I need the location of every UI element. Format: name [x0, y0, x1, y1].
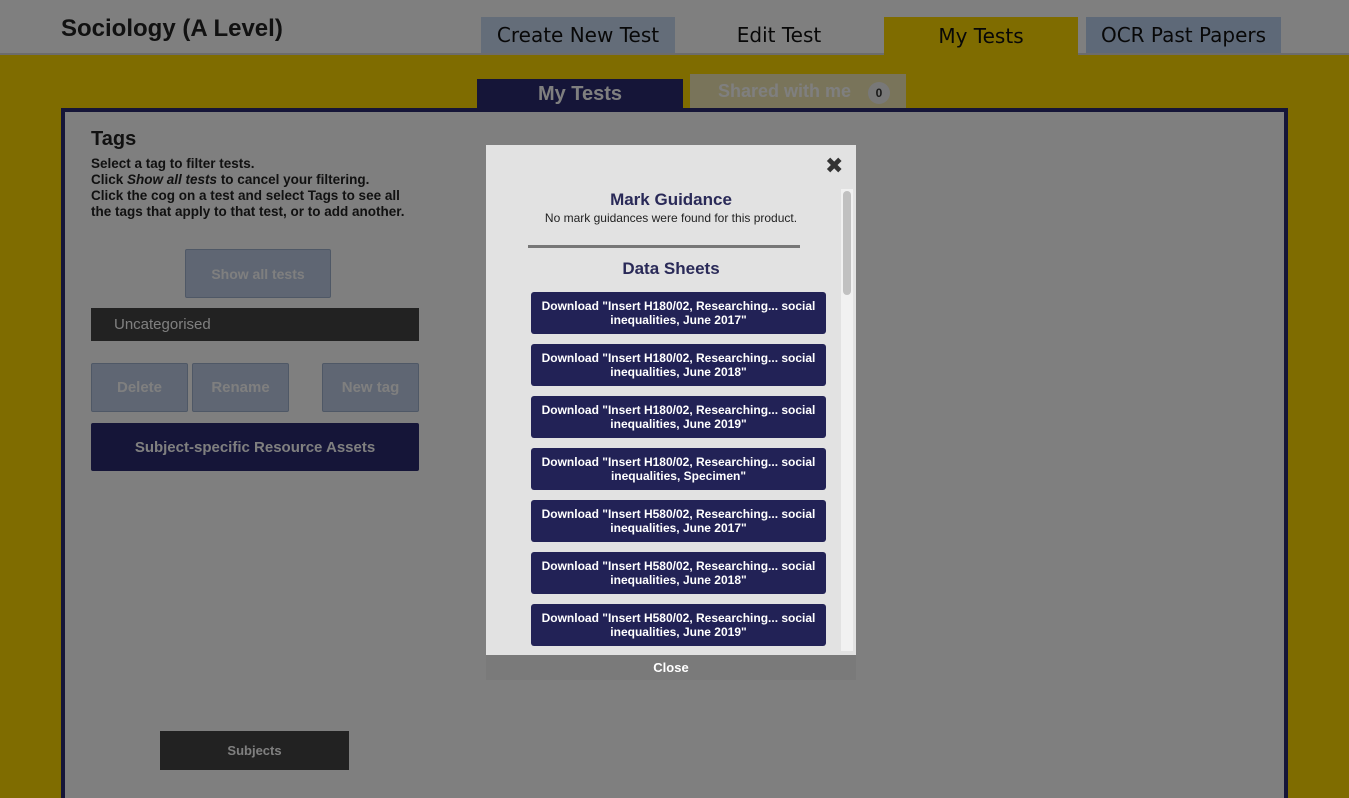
- section-divider: [528, 245, 800, 248]
- download-button[interactable]: Download "Insert H580/02, Researching...…: [531, 500, 826, 542]
- download-button[interactable]: Download "Insert H580/02, Researching...…: [531, 604, 826, 646]
- modal-scrollbar[interactable]: [841, 189, 853, 651]
- mark-guidance-heading: Mark Guidance: [610, 190, 732, 209]
- download-button[interactable]: Download "Insert H180/02, Researching...…: [531, 396, 826, 438]
- mark-guidance-modal: ✖ Mark Guidance No mark guidances were f…: [486, 145, 856, 680]
- download-button[interactable]: Download "Insert H180/02, Researching...…: [531, 448, 826, 490]
- scrollbar-thumb[interactable]: [843, 191, 851, 295]
- download-button[interactable]: Download "Insert H180/02, Researching...…: [531, 292, 826, 334]
- download-button[interactable]: Download "Insert H180/02, Researching...…: [531, 344, 826, 386]
- close-icon[interactable]: ✖: [825, 156, 843, 178]
- data-sheets-heading: Data Sheets: [622, 259, 720, 278]
- modal-scroll-area: Mark Guidance No mark guidances were fou…: [486, 187, 856, 655]
- modal-close-button[interactable]: Close: [486, 655, 856, 680]
- mark-guidance-message: No mark guidances were found for this pr…: [544, 211, 798, 225]
- download-button[interactable]: Download "Insert H580/02, Researching...…: [531, 552, 826, 594]
